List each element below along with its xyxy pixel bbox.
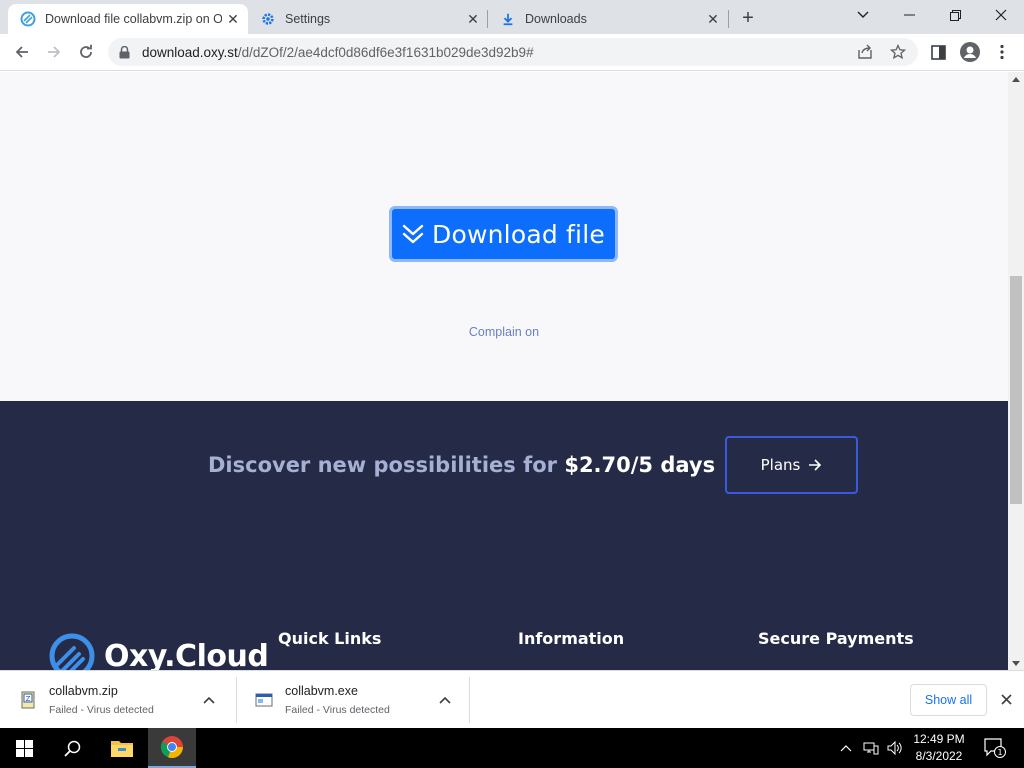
close-tab-icon[interactable]: ✕	[702, 8, 724, 30]
tab-title: Downloads	[525, 12, 587, 26]
back-arrow-icon[interactable]	[8, 38, 36, 66]
close-window-icon[interactable]	[978, 0, 1024, 30]
tab-separator	[728, 10, 729, 28]
exe-file-icon	[255, 693, 273, 706]
close-shelf-icon[interactable]	[996, 689, 1016, 709]
download-shelf: Z collabvm.zip Failed - Virus detected c…	[0, 670, 1024, 728]
clock-date: 8/3/2022	[915, 749, 963, 763]
vertical-scrollbar[interactable]	[1008, 72, 1024, 670]
scroll-up-arrow-icon[interactable]	[1008, 72, 1024, 86]
svg-text:Z: Z	[26, 695, 31, 703]
notification-count: 1	[997, 748, 1002, 757]
windows-start-icon[interactable]	[0, 728, 48, 768]
search-icon[interactable]	[48, 728, 96, 768]
footer-heading-quick-links: Quick Links	[278, 629, 382, 648]
url-host: download.oxy.st	[142, 44, 238, 60]
download-item-zip[interactable]: Z collabvm.zip Failed - Virus detected	[0, 671, 235, 728]
url-text: download.oxy.st/d/dZOf/2/ae4dcf0d86df6e3…	[142, 45, 534, 60]
tray-chevron-up-icon[interactable]	[836, 728, 856, 768]
bookmark-star-icon[interactable]	[888, 42, 908, 62]
download-file-label: Download file	[432, 219, 605, 249]
file-explorer-icon[interactable]	[98, 728, 146, 768]
reload-icon[interactable]	[72, 38, 100, 66]
tab-downloads[interactable]: Downloads ✕	[488, 4, 728, 34]
footer-heading-secure-payments: Secure Payments	[758, 629, 914, 648]
oxycloud-favicon-icon	[20, 11, 36, 27]
promo-banner: Discover new possibilities for $2.70/5 d…	[0, 401, 1008, 670]
plans-label: Plans	[760, 456, 801, 474]
tab-title: Download file collabvm.zip on O	[45, 12, 222, 26]
oxycloud-logo[interactable]: Oxy.Cloud	[48, 632, 269, 671]
restore-icon[interactable]	[932, 0, 978, 30]
notifications-icon[interactable]: 1	[980, 728, 1010, 768]
page-viewport: Download file Complain on Discover new p…	[0, 72, 1008, 670]
clock-time: 12:49 PM	[913, 732, 965, 746]
chrome-taskbar-icon[interactable]	[148, 728, 196, 768]
download-item-text: collabvm.zip Failed - Virus detected	[49, 684, 199, 716]
footer-heading-information: Information	[518, 629, 625, 648]
url-path: /d/dZOf/2/ae4dcf0d86df6e3f1631b029de3d92…	[237, 44, 534, 60]
close-tab-icon[interactable]: ✕	[222, 8, 244, 30]
volume-icon[interactable]	[884, 728, 906, 768]
tab-search-chevron-icon[interactable]	[840, 0, 886, 30]
show-all-label: Show all	[924, 693, 973, 707]
taskbar-clock[interactable]: 12:49 PM 8/3/2022	[906, 731, 972, 765]
download-status: Failed - Virus detected	[49, 703, 154, 716]
profile-avatar-icon[interactable]	[956, 38, 984, 66]
side-panel-icon[interactable]	[924, 38, 952, 66]
download-item-text: collabvm.exe Failed - Virus detected	[285, 684, 435, 716]
lock-icon[interactable]	[119, 45, 133, 59]
shelf-separator	[469, 677, 470, 723]
double-chevron-down-icon	[402, 223, 424, 245]
download-filename: collabvm.exe	[285, 683, 358, 698]
complain-link[interactable]: Complain on	[0, 325, 1008, 339]
download-icon	[500, 11, 516, 27]
show-all-button[interactable]: Show all	[910, 684, 987, 716]
menu-kebab-icon[interactable]	[988, 38, 1016, 66]
tab-settings[interactable]: Settings ✕	[248, 4, 488, 34]
download-filename: collabvm.zip	[49, 683, 118, 698]
close-tab-icon[interactable]: ✕	[462, 8, 484, 30]
download-section: Download file Complain on	[0, 72, 1008, 401]
chevron-up-icon[interactable]	[435, 690, 455, 710]
scroll-down-arrow-icon[interactable]	[1008, 656, 1024, 670]
tab-title: Settings	[285, 12, 331, 26]
minimize-icon[interactable]	[886, 0, 932, 30]
download-item-exe[interactable]: collabvm.exe Failed - Virus detected	[236, 671, 469, 728]
network-icon[interactable]	[860, 728, 882, 768]
zip-file-icon: Z	[21, 691, 35, 708]
share-icon[interactable]	[855, 42, 875, 62]
download-status: Failed - Virus detected	[285, 703, 390, 716]
forward-arrow-icon[interactable]	[40, 38, 68, 66]
download-file-button[interactable]: Download file	[389, 206, 618, 262]
promo-lead: Discover new possibilities for	[208, 453, 558, 477]
address-bar[interactable]: download.oxy.st/d/dZOf/2/ae4dcf0d86df6e3…	[108, 38, 918, 66]
arrow-right-icon	[808, 459, 822, 471]
chevron-up-icon[interactable]	[199, 690, 219, 710]
browser-toolbar: download.oxy.st/d/dZOf/2/ae4dcf0d86df6e3…	[0, 34, 1024, 71]
gear-icon	[260, 11, 276, 27]
logo-text: Oxy.Cloud	[104, 638, 269, 671]
oxycloud-logo-icon	[49, 633, 95, 670]
promo-headline: Discover new possibilities for $2.70/5 d…	[208, 453, 715, 477]
windows-taskbar: 12:49 PM 8/3/2022 1	[0, 728, 1024, 768]
scrollbar-thumb[interactable]	[1010, 276, 1022, 504]
new-tab-plus-icon[interactable]: +	[735, 6, 761, 30]
tab-download-file[interactable]: Download file collabvm.zip on O ✕	[8, 4, 248, 34]
complain-link-text[interactable]: Complain on	[469, 325, 539, 339]
plans-button[interactable]: Plans	[725, 436, 858, 494]
tab-strip: Download file collabvm.zip on O ✕ Settin…	[0, 0, 1024, 34]
promo-price: $2.70/5 days	[564, 453, 716, 477]
